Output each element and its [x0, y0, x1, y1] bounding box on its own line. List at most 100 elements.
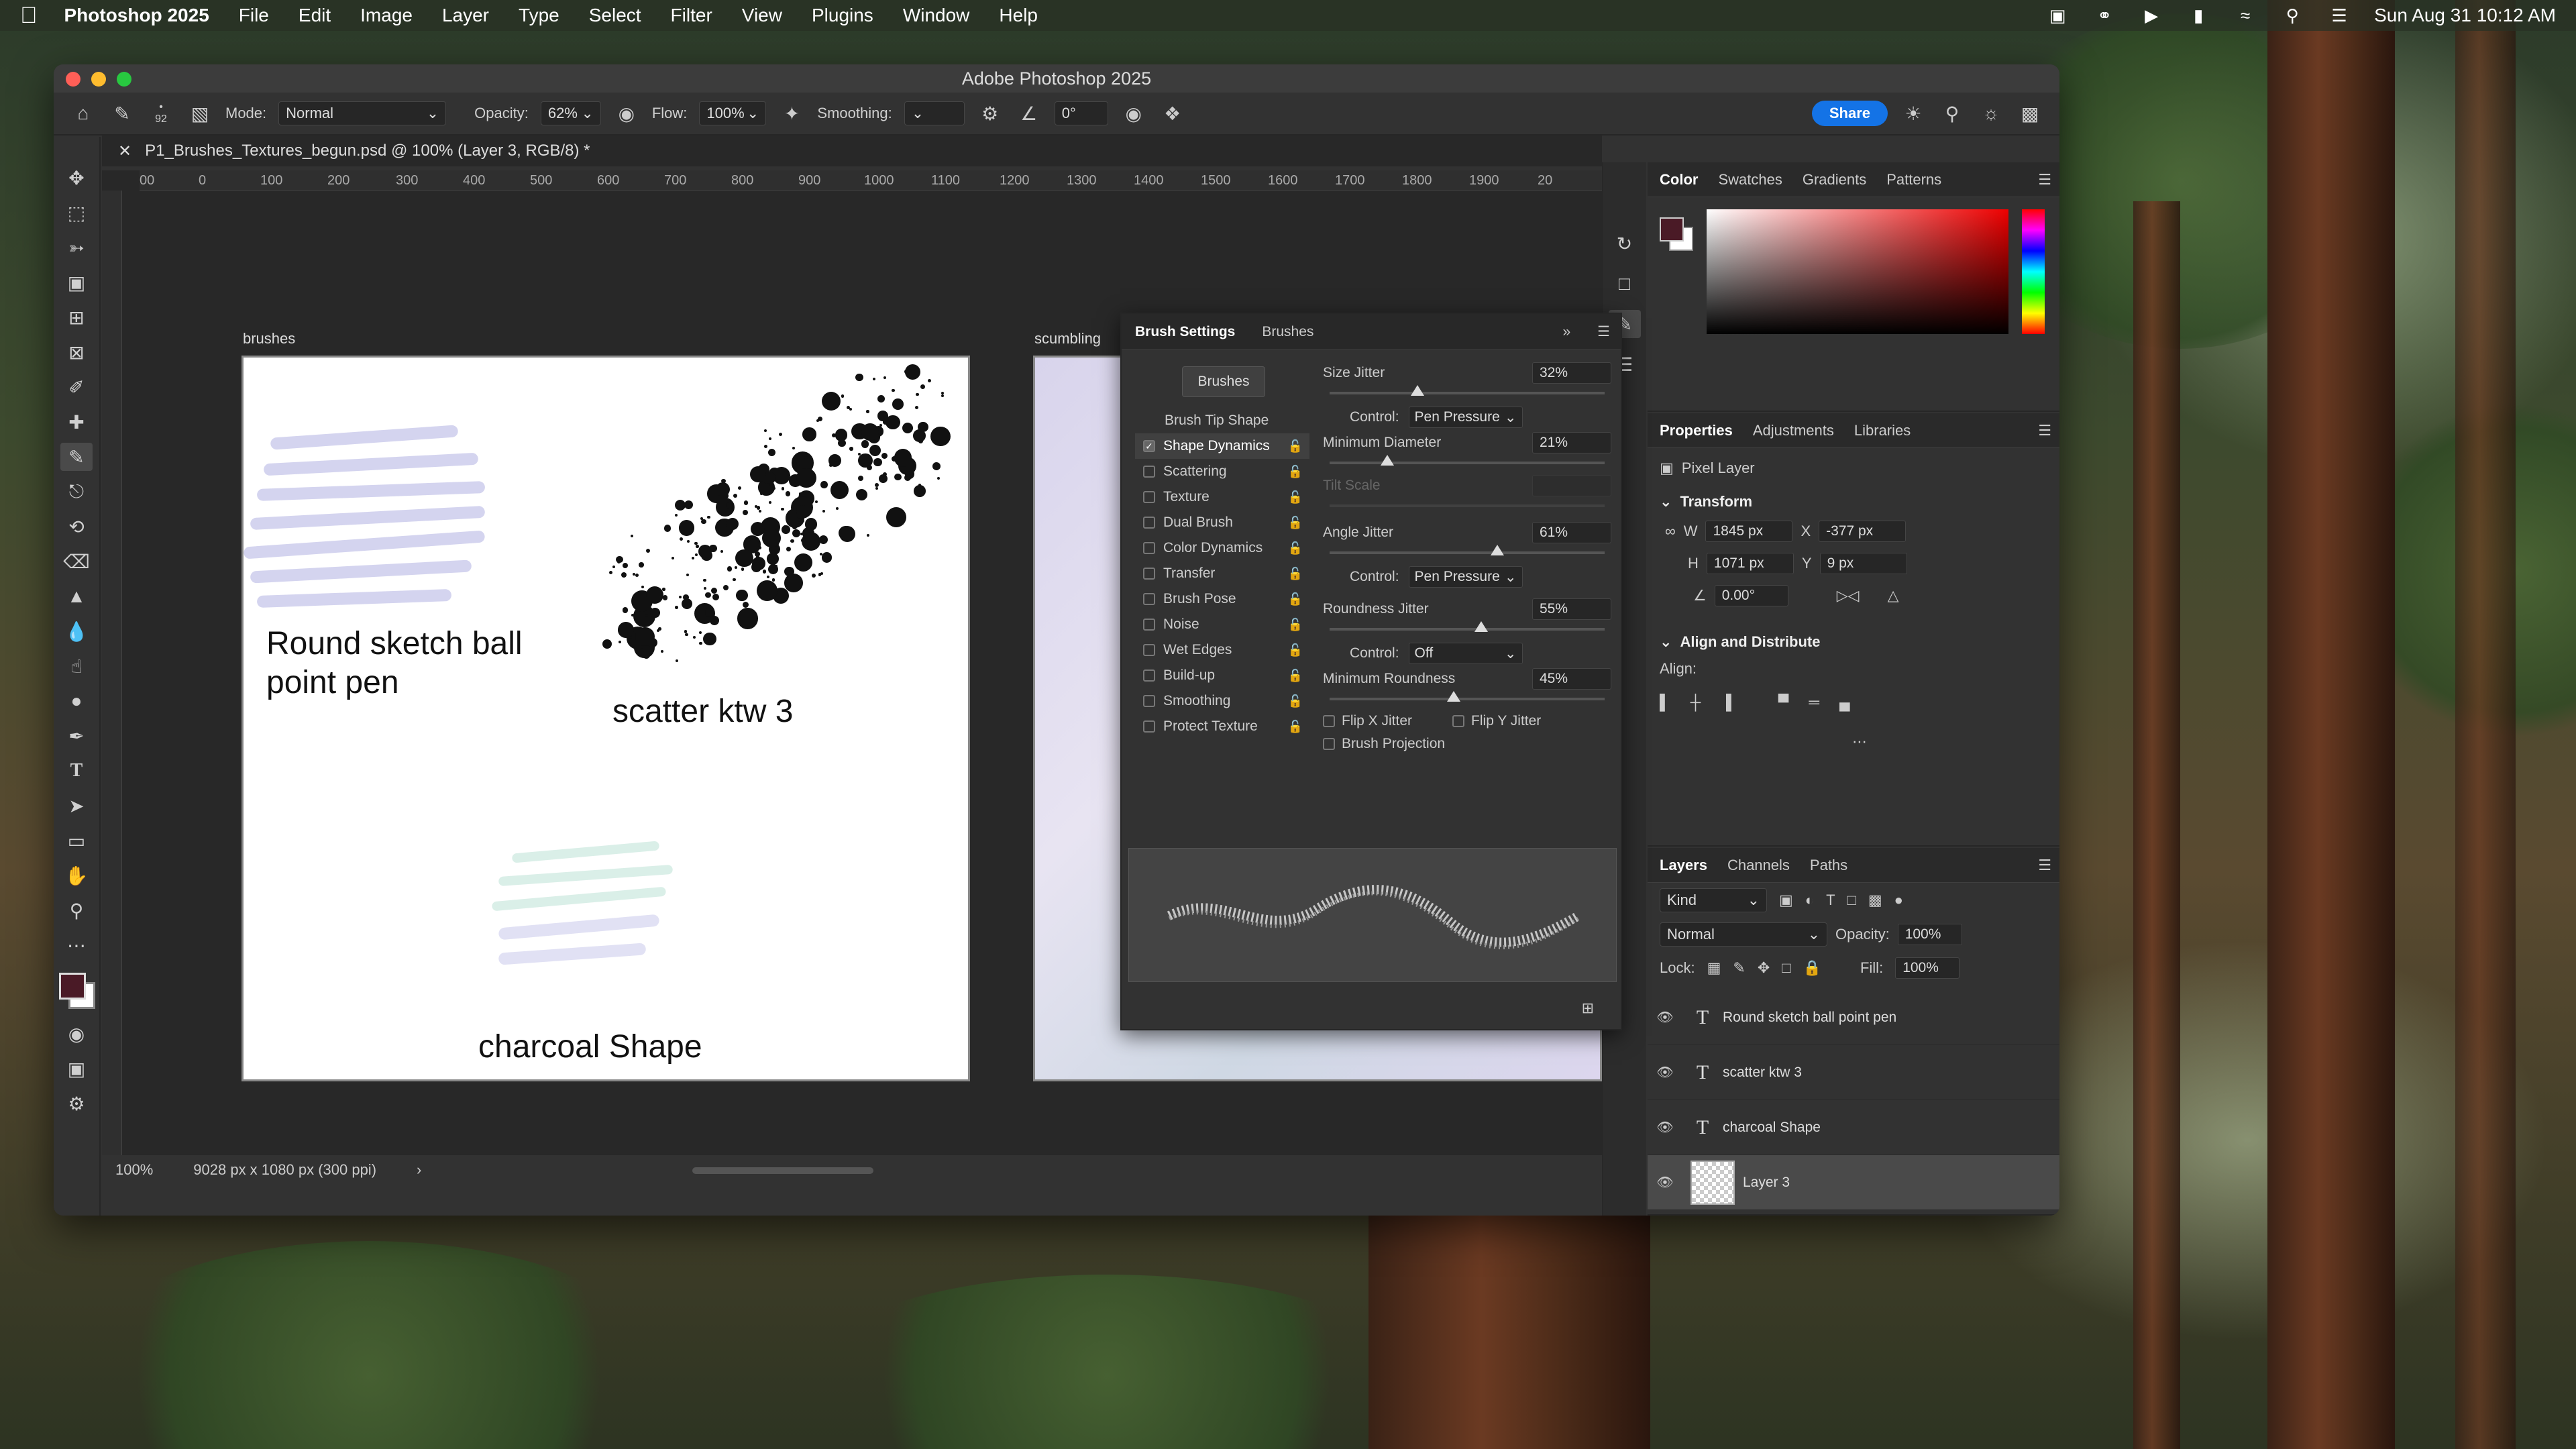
eyedropper-tool-icon[interactable]: ✐	[60, 373, 93, 401]
filter-type-icon[interactable]: T	[1826, 892, 1835, 909]
discover-lightbulb-icon[interactable]: ☼	[1978, 100, 2004, 127]
art-text-scatter[interactable]: scatter ktw 3	[612, 693, 793, 730]
align-center-horizontal-icon[interactable]: ┼	[1690, 694, 1701, 711]
pressure-size-icon[interactable]: ◉	[1120, 100, 1147, 127]
height-input[interactable]: 1071 px	[1706, 553, 1794, 574]
brush-option-texture[interactable]: Texture 🔓	[1135, 484, 1309, 510]
new-adjustment-layer-icon[interactable]: ◐	[1922, 1215, 1931, 1216]
brushes-panel-button[interactable]: Brushes	[1182, 366, 1265, 397]
lock-pixels-icon[interactable]: ✎	[1733, 959, 1745, 977]
battery-icon[interactable]: ▮	[2186, 5, 2210, 25]
lock-icon[interactable]: 🔓	[1288, 465, 1303, 479]
color-picker-field[interactable]	[1707, 209, 2008, 334]
tab-layers[interactable]: Layers	[1660, 857, 1707, 874]
blend-mode-select[interactable]: Normal ⌄	[1660, 922, 1827, 947]
opacity-field[interactable]: 62% ⌄	[540, 101, 601, 125]
roundness-jitter-input[interactable]: 55%	[1532, 598, 1611, 620]
apple-icon[interactable]: 	[20, 3, 38, 29]
min-roundness-input[interactable]: 45%	[1532, 668, 1611, 690]
wifi-icon[interactable]: ≈	[2233, 5, 2257, 25]
brush-option-wet-edges[interactable]: Wet Edges 🔓	[1135, 637, 1309, 663]
lock-all-icon[interactable]: 🔒	[1803, 959, 1821, 977]
brush-tip-shape-item[interactable]: Brush Tip Shape	[1135, 408, 1309, 433]
art-text-round-sketch[interactable]: Round sketch ball point pen	[266, 625, 523, 702]
angle-input[interactable]: 0.00°	[1714, 585, 1788, 606]
path-selection-tool-icon[interactable]: ➤	[60, 792, 93, 820]
checkbox[interactable]	[1143, 695, 1155, 707]
layer-opacity-input[interactable]: 100%	[1897, 924, 1962, 945]
close-tab-icon[interactable]: ✕	[118, 142, 131, 161]
marquee-tool-icon[interactable]: ⬚	[60, 199, 93, 227]
tab-adjustments[interactable]: Adjustments	[1753, 422, 1834, 439]
symmetry-icon[interactable]: ❖	[1159, 100, 1186, 127]
brush-option-build-up[interactable]: Build-up 🔓	[1135, 663, 1309, 688]
search-icon[interactable]: ⚲	[1939, 100, 1966, 127]
close-window-button[interactable]	[66, 72, 80, 87]
object-selection-tool-icon[interactable]: ▣	[60, 268, 93, 297]
visibility-eye-icon[interactable]: 👁	[1648, 1119, 1682, 1136]
artboard-label-brushes[interactable]: brushes	[243, 330, 295, 347]
crop-tool-icon[interactable]: ⊞	[60, 303, 93, 331]
menu-view[interactable]: View	[742, 5, 782, 26]
lock-icon[interactable]: 🔓	[1288, 439, 1303, 453]
quick-mask-icon[interactable]: ◉	[60, 1020, 93, 1048]
comments-panel-icon[interactable]: □	[1609, 270, 1641, 298]
align-bottom-icon[interactable]: ▄	[1839, 694, 1850, 711]
collapse-panel-icon[interactable]: »	[1562, 324, 1570, 340]
checkbox[interactable]	[1143, 593, 1155, 605]
color-swatches[interactable]	[56, 966, 97, 1013]
zoom-tool-icon[interactable]: ⚲	[60, 896, 93, 924]
lock-icon[interactable]: 🔓	[1288, 643, 1303, 657]
artboard-label-scumbling[interactable]: scumbling	[1034, 330, 1101, 347]
link-layers-icon[interactable]: ∞	[1835, 1215, 1845, 1216]
filter-toggle-icon[interactable]: ●	[1894, 892, 1903, 909]
chevron-down-icon[interactable]: ⌄	[1660, 633, 1672, 651]
airbrush-icon[interactable]: ✦	[778, 100, 805, 127]
brush-option-brush-pose[interactable]: Brush Pose 🔓	[1135, 586, 1309, 612]
clone-stamp-tool-icon[interactable]: ⎋	[60, 478, 93, 506]
add-mask-icon[interactable]: ◉	[1892, 1215, 1904, 1216]
checkbox[interactable]	[1143, 491, 1155, 503]
fill-input[interactable]: 100%	[1895, 957, 1960, 979]
lock-transparency-icon[interactable]: ▦	[1707, 959, 1721, 977]
panel-menu-icon[interactable]: ☰	[2038, 857, 2051, 874]
minimize-window-button[interactable]	[91, 72, 106, 87]
brush-option-shape-dynamics[interactable]: ✓ Shape Dynamics 🔓	[1135, 433, 1309, 459]
lock-icon[interactable]: 🔓	[1288, 490, 1303, 504]
menu-file[interactable]: File	[239, 5, 269, 26]
document-info[interactable]: 9028 px x 1080 px (300 ppi)	[193, 1161, 376, 1179]
lock-icon[interactable]: 🔓	[1288, 694, 1303, 708]
edit-toolbar-icon[interactable]: ⚙	[60, 1089, 93, 1118]
menu-type[interactable]: Type	[519, 5, 559, 26]
brush-tool-preset-icon[interactable]: ✎	[109, 100, 136, 127]
workspace-icon[interactable]: ▩	[2017, 100, 2043, 127]
menu-edit[interactable]: Edit	[299, 5, 331, 26]
visibility-eye-icon[interactable]: 👁	[1648, 1174, 1682, 1191]
filter-shape-icon[interactable]: □	[1847, 892, 1856, 909]
brush-option-dual-brush[interactable]: Dual Brush 🔓	[1135, 510, 1309, 535]
layer-style-fx-icon[interactable]: fx	[1863, 1215, 1874, 1216]
creative-cloud-icon[interactable]: ▣	[2045, 5, 2070, 25]
control-select-size[interactable]: Pen Pressure ⌄	[1408, 407, 1523, 428]
art-text-charcoal[interactable]: charcoal Shape	[478, 1028, 702, 1065]
brush-tool-icon[interactable]: ✎	[60, 443, 93, 471]
checkbox[interactable]	[1143, 669, 1155, 682]
menu-filter[interactable]: Filter	[671, 5, 712, 26]
brush-option-noise[interactable]: Noise 🔓	[1135, 612, 1309, 637]
slider-knob[interactable]	[1491, 545, 1505, 555]
checkbox[interactable]	[1143, 568, 1155, 580]
tab-libraries[interactable]: Libraries	[1854, 422, 1911, 439]
brush-option-color-dynamics[interactable]: Color Dynamics 🔓	[1135, 535, 1309, 561]
tab-paths[interactable]: Paths	[1810, 857, 1847, 874]
horizontal-scrollbar[interactable]	[692, 1167, 873, 1174]
control-select-roundness[interactable]: Off ⌄	[1408, 643, 1523, 664]
hue-slider[interactable]	[2022, 209, 2045, 334]
screen-mode-icon[interactable]: ▣	[60, 1055, 93, 1083]
tab-brushes[interactable]: Brushes	[1262, 324, 1313, 340]
zoom-window-button[interactable]	[117, 72, 131, 87]
control-select-angle[interactable]: Pen Pressure ⌄	[1408, 566, 1523, 588]
delete-layer-trash-icon[interactable]: 🗑	[2014, 1215, 2033, 1216]
angle-field[interactable]: 0°	[1054, 101, 1108, 125]
lock-artboard-icon[interactable]: □	[1782, 959, 1790, 977]
brush-option-smoothing[interactable]: Smoothing 🔓	[1135, 688, 1309, 714]
